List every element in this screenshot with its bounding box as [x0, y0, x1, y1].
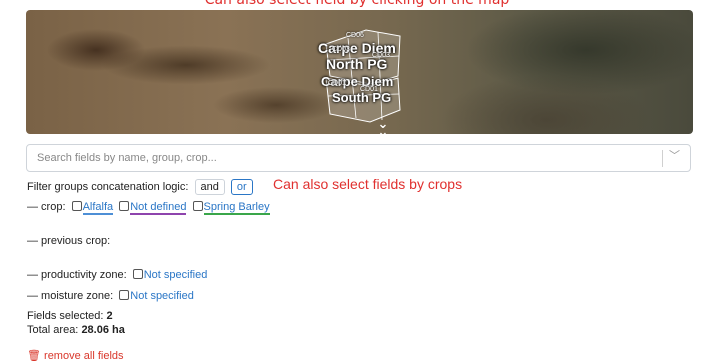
crop-checkbox-not-defined[interactable] — [119, 201, 130, 211]
logic-row: Filter groups concatenation logic: and o… — [27, 179, 253, 195]
previous-crop-row: — previous crop: — [27, 235, 110, 247]
logic-and-button[interactable]: and — [194, 179, 225, 195]
crop-filter-label: — crop: — [27, 201, 66, 213]
field-boundaries[interactable] — [26, 10, 693, 134]
search-separator — [662, 150, 663, 167]
map-field-code: CD03 — [372, 52, 390, 59]
crop-filter-row: — crop: Alfalfa Not defined Spring Barle… — [27, 201, 270, 215]
crops-hint-text: Can also select fields by crops — [273, 176, 463, 192]
double-chevron-down-icon[interactable]: ⌄ ⌄ — [376, 118, 390, 134]
moisture-checkbox[interactable] — [119, 290, 130, 300]
productivity-zone-label: — productivity zone: — [27, 269, 127, 281]
map-field-code: CD03 — [332, 46, 350, 53]
map-field-code: CD01 — [328, 80, 346, 87]
productivity-option[interactable]: Not specified — [144, 269, 208, 281]
crop-option-not-defined[interactable]: Not defined — [130, 201, 187, 215]
logic-label: Filter groups concatenation logic: — [27, 181, 189, 193]
fields-selected-row: Fields selected: 2 — [27, 310, 113, 322]
remove-all-label: remove all fields — [44, 350, 124, 362]
moisture-option[interactable]: Not specified — [130, 290, 194, 302]
field-search[interactable]: ﹀ — [26, 144, 691, 172]
crop-checkbox-spring-barley[interactable] — [192, 201, 203, 211]
crop-checkbox-alfalfa[interactable] — [71, 201, 82, 211]
map-hint-text: Can also select field by clicking on the… — [204, 0, 510, 8]
productivity-zone-row: — productivity zone: Not specified — [27, 269, 207, 281]
map-field-code: CD06 — [346, 32, 364, 39]
trash-icon: 🗑 — [27, 350, 41, 362]
moisture-zone-label: — moisture zone: — [27, 290, 114, 302]
total-area-label: Total area: — [27, 324, 79, 336]
search-input[interactable] — [35, 151, 639, 165]
logic-or-button[interactable]: or — [230, 179, 253, 195]
fields-selected-label: Fields selected: — [27, 310, 104, 322]
crop-option-alfalfa[interactable]: Alfalfa — [82, 201, 114, 215]
chevron-down-icon[interactable]: ﹀ — [669, 147, 680, 163]
previous-crop-label: — previous crop: — [27, 235, 111, 247]
fields-selected-value: 2 — [106, 310, 113, 322]
total-area-row: Total area: 28.06 ha — [27, 324, 125, 336]
total-area-value: 28.06 ha — [81, 324, 125, 336]
moisture-zone-row: — moisture zone: Not specified — [27, 290, 194, 302]
remove-all-fields-button[interactable]: 🗑 remove all fields — [27, 349, 124, 362]
map-field-code: CD01 — [360, 86, 378, 93]
field-map[interactable]: Carpe Diem North PG Carpe Diem South PG … — [26, 10, 693, 134]
crop-option-spring-barley[interactable]: Spring Barley — [203, 201, 270, 215]
productivity-checkbox[interactable] — [132, 269, 143, 279]
